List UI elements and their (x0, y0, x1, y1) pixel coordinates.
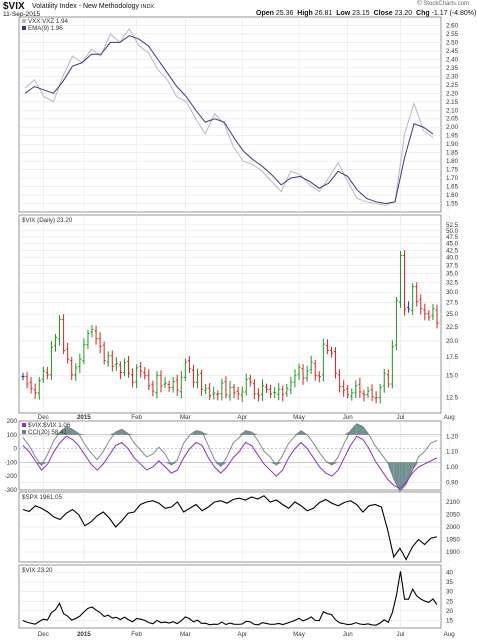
cci-right-tick-label: 0.90 (446, 479, 459, 486)
spx-axis-tick-label: 1950 (446, 537, 460, 544)
bottom-x-tick-label: Jun (343, 631, 354, 638)
vix-line-panel (18, 564, 442, 629)
price-x-tick-label: May (293, 414, 306, 421)
ratio-legend-swatch (22, 19, 26, 23)
ratio-axis-tick-label: 1.70 (446, 175, 459, 182)
ratio-axis-tick-label: 2.60 (446, 22, 459, 29)
price-axis-tick-label: 35.0 (446, 271, 459, 278)
bottom-x-tick-label: May (293, 631, 306, 638)
price-x-tick-label: Aug (444, 414, 456, 421)
cci-right-tick-label: 1.00 (446, 464, 459, 471)
ratio-axis-tick-label: 2.30 (446, 73, 459, 80)
price-x-tick-label: Jun (343, 414, 354, 421)
ratio-axis-tick-label: 2.10 (446, 107, 459, 114)
price-x-tick-label: 2015 (77, 414, 91, 421)
ema-legend-label: EMA(9) 1.96 (28, 25, 63, 32)
bottom-x-tick-label: 2015 (77, 631, 91, 638)
cci-legend-label: CCI(20) 58.41 (28, 429, 67, 436)
ratio-axis-tick-label: 1.95 (446, 133, 459, 140)
cci-left-tick-label: 0 (14, 446, 18, 453)
vix-line-axis-tick-label: 30 (446, 589, 453, 596)
price-legend-label: $VIX (Daily) 23.20 (22, 217, 73, 224)
ratio-axis-tick-label: 1.90 (446, 141, 459, 148)
price-axis-tick-label: 27.5 (446, 300, 459, 307)
cci-legend-swatch (22, 430, 26, 434)
ema-legend-swatch (22, 26, 26, 30)
price-axis-tick-label: 37.5 (446, 262, 459, 269)
price-axis-tick-label: 15.0 (446, 373, 459, 380)
ratio-axis-tick-label: 2.40 (446, 56, 459, 63)
price-x-tick-label: Dec (38, 414, 49, 421)
bottom-x-tick-label: Feb (131, 631, 142, 638)
bottom-x-tick-label: Aug (444, 631, 456, 638)
ratio-axis-tick-label: 1.75 (446, 167, 459, 174)
ratio-axis-tick-label: 2.35 (446, 65, 459, 72)
vix-line-axis-tick-label: 40 (446, 570, 453, 577)
ratio-axis-tick-label: 2.05 (446, 116, 459, 123)
bottom-x-tick-label: Dec (38, 631, 49, 638)
cci-left-tick-label: -200 (5, 473, 18, 480)
bottom-x-tick-label: Mar (180, 631, 191, 638)
vix-ratio-legend-label: $VIX:$VIX 1.06 (28, 422, 71, 429)
cci-right-tick-label: 1.10 (446, 449, 459, 456)
bottom-x-tick-label: Jul (397, 631, 405, 638)
ratio-axis-tick-label: 1.60 (446, 192, 459, 199)
cci-left-tick-label: 100 (7, 432, 18, 439)
vix-line-axis-tick-label: 15 (446, 617, 453, 624)
ratio-axis-tick-label: 2.50 (446, 39, 459, 46)
price-axis-tick-label: 22.5 (446, 324, 459, 331)
cci-left-tick-label: -300 (5, 487, 18, 494)
ratio-axis-tick-label: 2.00 (446, 124, 459, 131)
spx-axis-tick-label: 1900 (446, 549, 460, 556)
ratio-axis-tick-label: 1.85 (446, 150, 459, 157)
price-x-tick-label: Apr (237, 414, 247, 421)
cci-panel (18, 420, 442, 491)
price-axis-tick-label: 17.5 (446, 354, 459, 361)
cci-left-tick-label: 200 (7, 418, 18, 425)
vix-ratio-legend-swatch (22, 423, 26, 427)
ratio-axis-tick-label: 2.25 (446, 82, 459, 89)
bottom-x-tick-label: Apr (237, 631, 247, 638)
vix-line-axis-tick-label: 25 (446, 598, 453, 605)
spx-axis-tick-label: 2050 (446, 512, 460, 519)
price-x-tick-label: Jul (397, 414, 405, 421)
ratio-axis-tick-label: 1.55 (446, 201, 459, 208)
ratio-panel (18, 16, 442, 213)
vix-line-legend-label: $VIX 23.20 (22, 567, 53, 574)
ratio-axis-tick-label: 2.20 (446, 90, 459, 97)
spx-legend-label: $SPX 1961.05 (22, 494, 62, 501)
ratio-axis-tick-label: 1.80 (446, 158, 459, 165)
price-axis-tick-label: 40.0 (446, 255, 459, 262)
chart-canvas: 2.60 2.552.50 2.452.40 2.352.30 2.252.20 2.15… (5, 16, 460, 638)
price-axis-tick-label: 20.0 (446, 338, 459, 345)
ratio-axis-tick-label: 2.45 (446, 48, 459, 55)
price-x-tick-label: Mar (180, 414, 191, 421)
price-axis-tick-label: 30.0 (446, 289, 459, 296)
cci-left-tick-label: -100 (5, 459, 18, 466)
ratio-axis-tick-label: 2.15 (446, 99, 459, 106)
vix-line-axis-tick-label: 35 (446, 579, 453, 586)
ratio-legend-label: VXX:VXZ 1.94 (28, 18, 68, 25)
price-x-tick-label: Feb (131, 414, 142, 421)
spx-axis-tick-label: 2100 (446, 499, 460, 506)
cci-right-tick-label: 1.20 (446, 433, 459, 440)
price-axis-tick-label: 42.5 (446, 247, 459, 254)
ratio-axis-tick-label: 1.65 (446, 184, 459, 191)
ratio-axis-tick-label: 2.55 (446, 31, 459, 38)
spx-axis-tick-label: 2000 (446, 524, 460, 531)
vix-line-axis-tick-label: 20 (446, 608, 453, 615)
price-axis-tick-label: 32.5 (446, 280, 459, 287)
price-axis-tick-label: 12.5 (446, 395, 459, 402)
price-axis-tick-label: 25.0 (446, 311, 459, 318)
